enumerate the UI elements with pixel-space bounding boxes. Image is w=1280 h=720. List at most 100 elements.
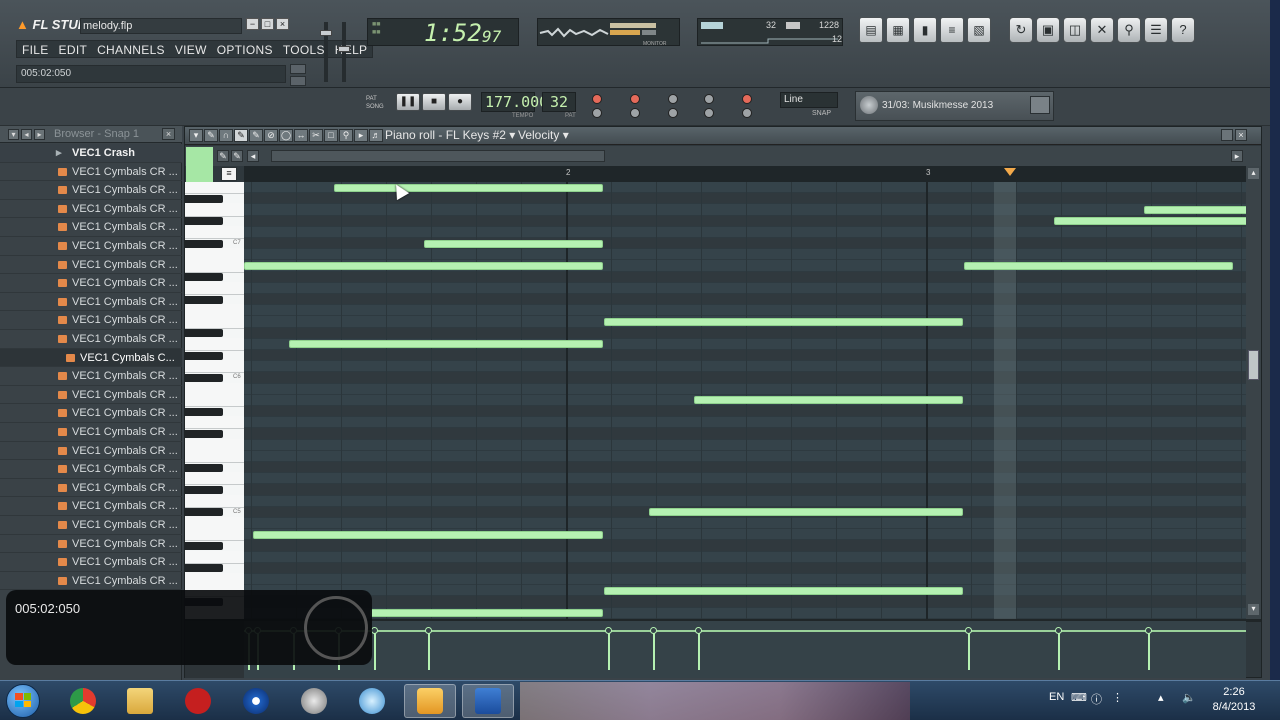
news-ticker[interactable]: 31/03: Musikmesse 2013 bbox=[855, 91, 1054, 121]
help-icon[interactable]: ? bbox=[1171, 17, 1195, 43]
velocity-handle[interactable] bbox=[425, 627, 432, 634]
browser-item[interactable]: VEC1 Cymbals CR ... bbox=[0, 423, 182, 442]
recording-mode-icon[interactable] bbox=[704, 94, 714, 104]
white-key[interactable] bbox=[185, 182, 244, 195]
horizontal-scroll-bar[interactable]: ✎ ✎ ◂ ▸ bbox=[185, 146, 1261, 183]
browser-back-icon[interactable]: ◂ bbox=[21, 129, 32, 140]
blend-notes-icon[interactable] bbox=[668, 108, 678, 118]
pencil-tool-icon[interactable]: ✎ bbox=[204, 129, 218, 142]
black-key[interactable] bbox=[185, 329, 223, 338]
menu-edit[interactable]: EDIT bbox=[54, 41, 93, 57]
hint-arrow-button[interactable] bbox=[290, 76, 306, 86]
menu-help[interactable]: HELP bbox=[330, 41, 373, 57]
zoom-tool-icon[interactable]: ⚲ bbox=[339, 129, 353, 142]
midi-note[interactable] bbox=[289, 340, 603, 349]
velocity-bar[interactable] bbox=[1058, 630, 1060, 670]
browser-item[interactable]: VEC1 Cymbals CR ... bbox=[0, 404, 182, 423]
slice-tool-icon[interactable]: ✂ bbox=[309, 129, 323, 142]
playlist-button[interactable]: ▤ bbox=[859, 17, 883, 43]
speaker-icon[interactable]: ♬ bbox=[369, 129, 383, 142]
mixer-button[interactable]: ▧ bbox=[967, 17, 991, 43]
black-key[interactable] bbox=[185, 194, 223, 203]
delete-tool-icon[interactable]: ⊘ bbox=[264, 129, 278, 142]
white-key[interactable] bbox=[185, 393, 244, 407]
menu-options[interactable]: OPTIONS bbox=[212, 41, 278, 57]
zoom-icon[interactable]: ✎ bbox=[217, 150, 229, 162]
document-icon[interactable]: ☰ bbox=[1144, 17, 1168, 43]
midi-note[interactable] bbox=[604, 317, 963, 326]
snap-selector[interactable]: Line bbox=[780, 92, 838, 108]
midi-note[interactable] bbox=[964, 261, 1233, 270]
oscilloscope-display[interactable]: MONITOR bbox=[537, 18, 680, 47]
master-volume-knob[interactable] bbox=[320, 30, 332, 36]
vertical-scroll-thumb[interactable] bbox=[1248, 350, 1259, 380]
browser-item[interactable]: VEC1 Cymbals CR ... bbox=[0, 200, 182, 219]
white-key[interactable] bbox=[185, 337, 244, 351]
mute-tool-icon[interactable]: ◯ bbox=[279, 129, 293, 142]
step-edit-icon[interactable] bbox=[668, 94, 678, 104]
black-key[interactable] bbox=[185, 217, 223, 226]
horizontal-scroll-thumb[interactable] bbox=[271, 150, 605, 162]
draw-tool-icon[interactable]: ✎ bbox=[234, 129, 248, 142]
black-key[interactable] bbox=[185, 295, 223, 304]
velocity-bar[interactable] bbox=[1148, 630, 1150, 670]
language-indicator[interactable]: EN bbox=[1049, 691, 1064, 703]
paint-tool-icon[interactable]: ✎ bbox=[249, 129, 263, 142]
scroll-left-icon[interactable]: ◂ bbox=[247, 150, 259, 162]
menu-channels[interactable]: CHANNELS bbox=[92, 41, 170, 57]
pause-button[interactable]: ❚❚ bbox=[396, 93, 420, 111]
multilink-icon[interactable] bbox=[704, 108, 714, 118]
song-time-display[interactable]: ■■ ■■ 1:52 97 bbox=[367, 18, 519, 46]
velocity-handle[interactable] bbox=[695, 627, 702, 634]
typing-keyboard-icon[interactable] bbox=[592, 108, 602, 118]
countdown-icon[interactable] bbox=[630, 94, 640, 104]
playhead-marker[interactable] bbox=[1004, 168, 1016, 176]
scroll-right-icon[interactable]: ▸ bbox=[1231, 150, 1243, 162]
black-key[interactable] bbox=[185, 407, 223, 416]
tempo-display[interactable]: 177.000 bbox=[481, 92, 548, 112]
pattern-number-display[interactable]: 32 bbox=[542, 92, 576, 112]
hint-toggle-button[interactable] bbox=[290, 64, 306, 74]
browser-item[interactable]: VEC1 Cymbals CR ... bbox=[0, 330, 182, 349]
scroll-down-icon[interactable]: ▾ bbox=[1248, 604, 1259, 615]
velocity-handle[interactable] bbox=[965, 627, 972, 634]
scroll-follow-icon[interactable] bbox=[742, 108, 752, 118]
browser-item[interactable]: VEC1 Cymbals CR ... bbox=[0, 386, 182, 405]
white-key[interactable] bbox=[185, 449, 244, 463]
white-key[interactable] bbox=[185, 494, 244, 508]
snap-menu-icon[interactable]: ≡ bbox=[221, 167, 237, 181]
taskbar-explorer[interactable] bbox=[114, 684, 166, 718]
piano-keyboard[interactable]: C7 C6 C5 bbox=[185, 182, 244, 619]
browser-item[interactable]: VEC1 Cymbals CR ... bbox=[0, 163, 182, 182]
search-icon[interactable]: ⚲ bbox=[1117, 17, 1141, 43]
minimize-icon[interactable]: − bbox=[246, 18, 259, 30]
piano-roll-close-icon[interactable]: × bbox=[1235, 129, 1247, 141]
piano-roll-button[interactable]: ▮ bbox=[913, 17, 937, 43]
volume-icon[interactable]: 🔈 bbox=[1182, 691, 1196, 704]
velocity-bar[interactable] bbox=[374, 630, 376, 670]
help-tray-icon[interactable]: ⓘ bbox=[1091, 691, 1102, 707]
midi-note[interactable] bbox=[244, 261, 603, 270]
white-key[interactable] bbox=[185, 360, 244, 374]
step-sequencer-button[interactable]: ▦ bbox=[886, 17, 910, 43]
taskbar-fl-studio[interactable] bbox=[404, 684, 456, 718]
white-key[interactable] bbox=[185, 203, 244, 217]
magnet-icon[interactable]: ∩ bbox=[219, 129, 233, 142]
record-button[interactable]: ● bbox=[448, 93, 472, 111]
stop-button[interactable]: ■ bbox=[422, 93, 446, 111]
black-key[interactable] bbox=[185, 508, 223, 517]
velocity-bar[interactable] bbox=[653, 630, 655, 670]
system-clock[interactable]: 2:26 8/4/2013 bbox=[1212, 685, 1256, 715]
loop-record-icon[interactable] bbox=[742, 94, 752, 104]
white-key[interactable] bbox=[185, 472, 244, 486]
select-tool-icon[interactable]: □ bbox=[324, 129, 338, 142]
black-key[interactable] bbox=[185, 273, 223, 282]
taskbar-browser[interactable] bbox=[346, 684, 398, 718]
taskbar-media-player[interactable] bbox=[230, 684, 282, 718]
white-key[interactable] bbox=[185, 416, 244, 430]
close-icon[interactable]: × bbox=[276, 18, 289, 30]
piano-roll-menu-icon[interactable]: ▾ bbox=[189, 129, 203, 142]
black-key[interactable] bbox=[185, 485, 223, 494]
tools-icon[interactable]: ✕ bbox=[1090, 17, 1114, 43]
browser-folder-header[interactable]: ▸ VEC1 Crash bbox=[0, 144, 182, 163]
